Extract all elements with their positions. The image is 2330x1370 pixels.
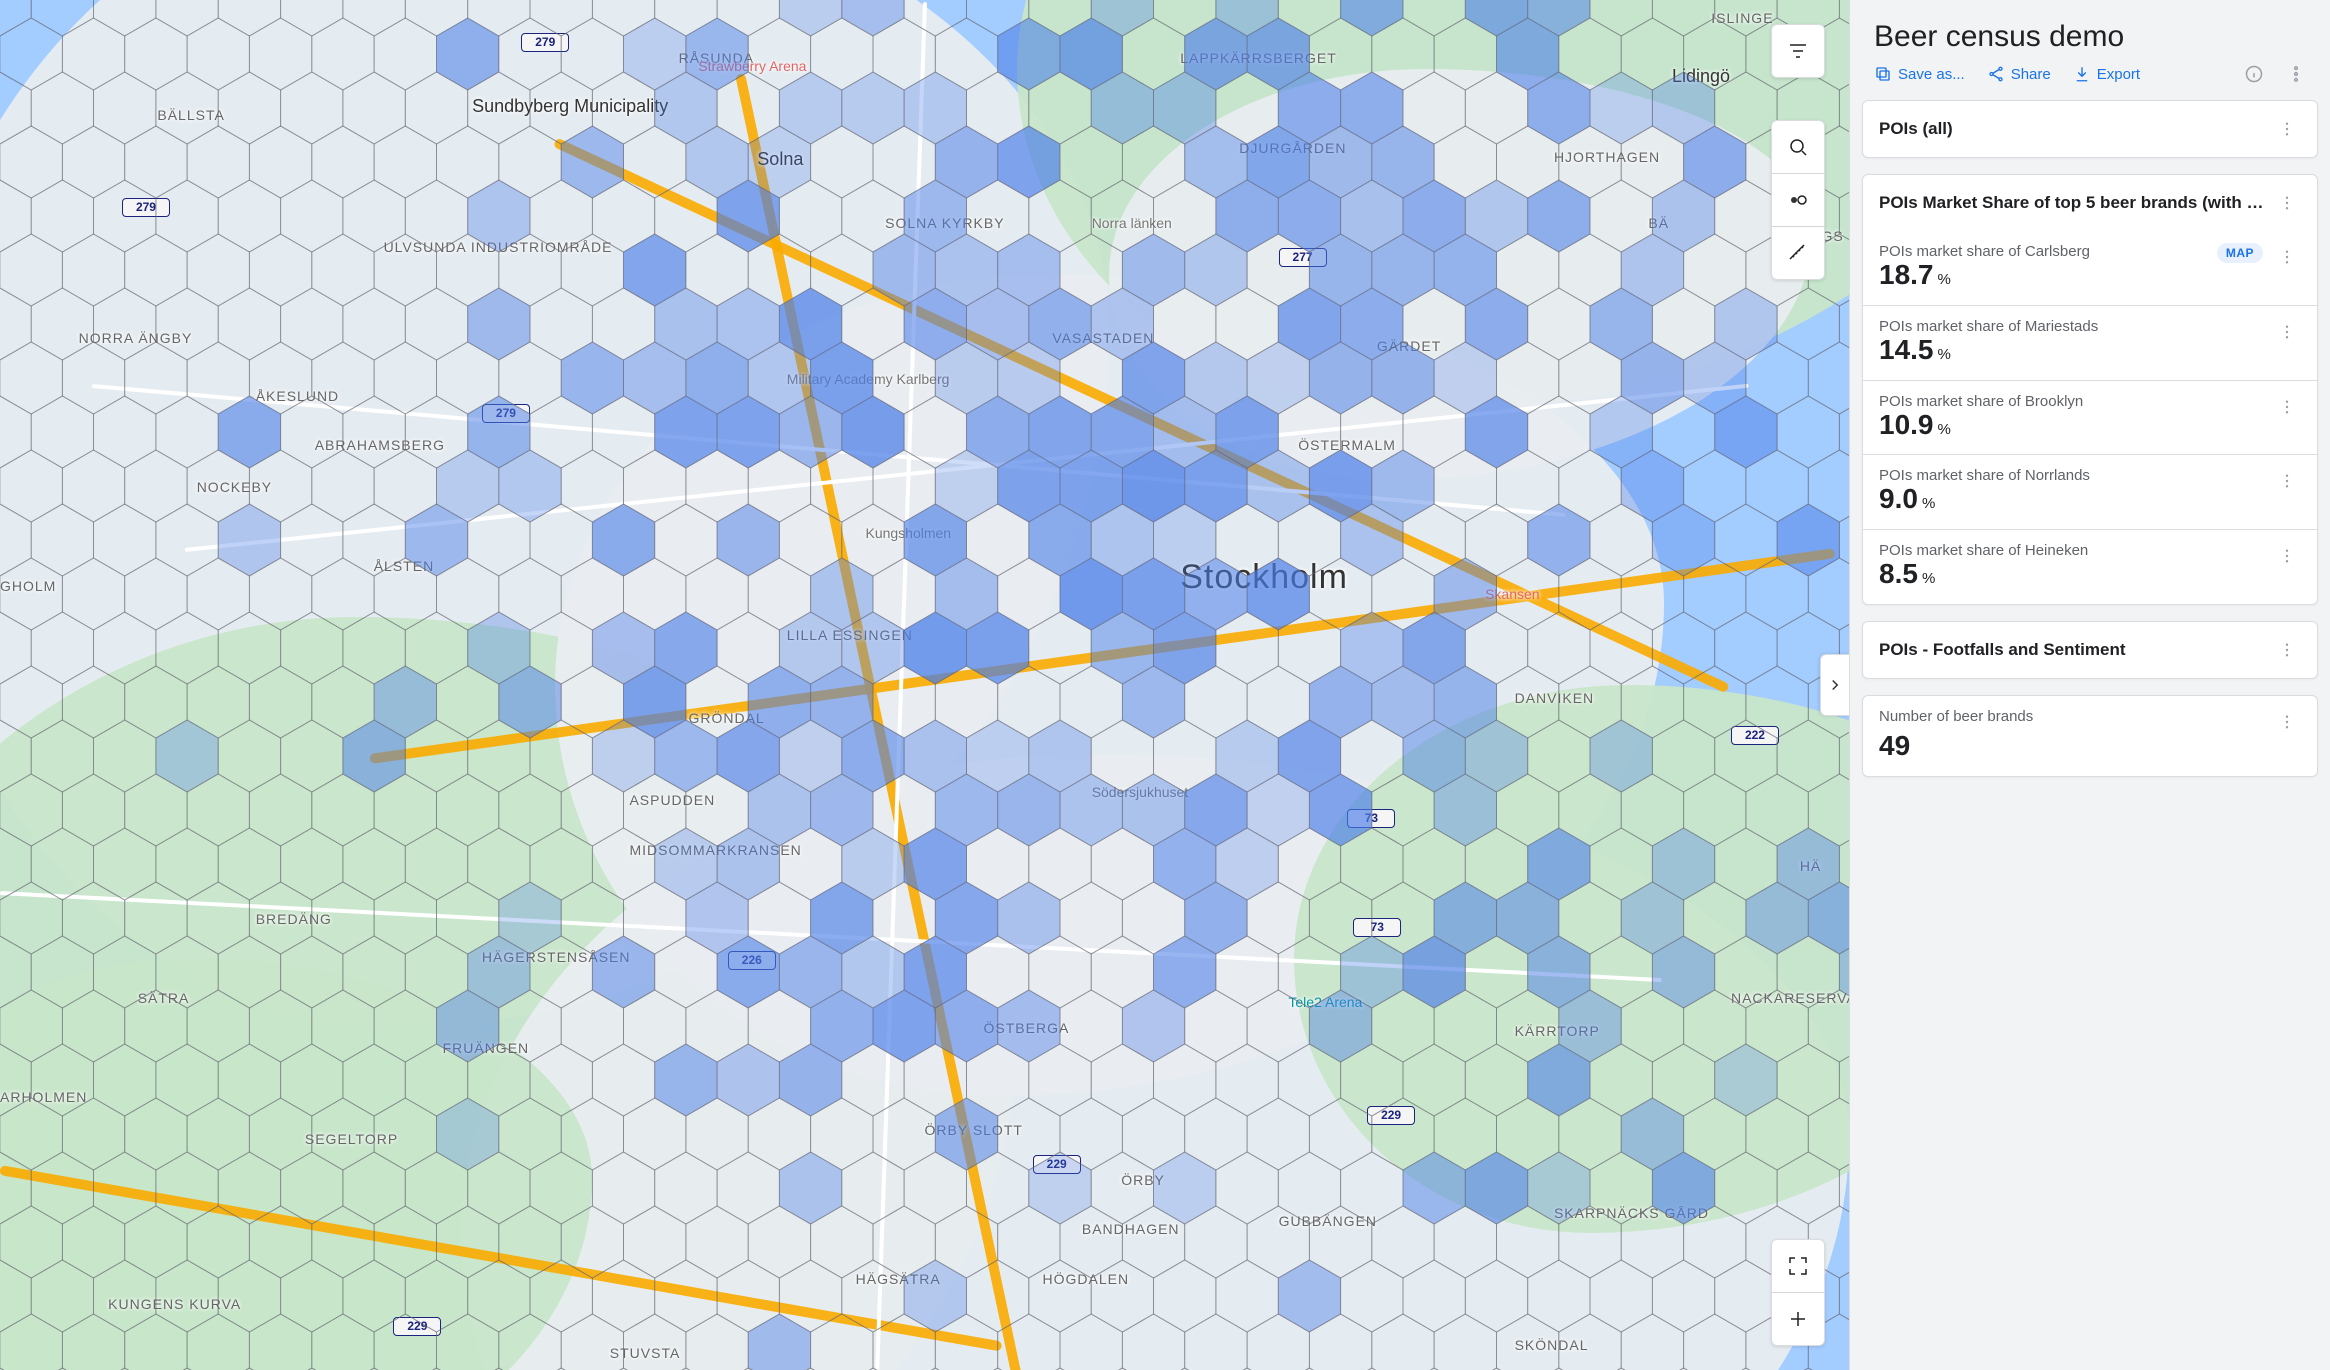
collapse-panel-handle[interactable] [1820,654,1849,716]
kpi-label: POIs market share of Mariestads [1879,318,2263,335]
panel-more-button[interactable] [2286,64,2306,84]
kpi-list: POIs market share of Carlsberg18.7%MAPPO… [1863,231,2317,604]
kpi-more-button[interactable] [2273,467,2301,495]
kpi-more-button[interactable] [2273,243,2301,271]
kpi-row[interactable]: POIs market share of Carlsberg18.7% MAP [1863,231,2317,305]
export-link[interactable]: Export [2073,65,2140,83]
card-title: POIs Market Share of top 5 beer brands (… [1879,193,2273,213]
kpi-row[interactable]: POIs market share of Norrlands9.0% [1863,454,2317,529]
card-title: POIs - Footfalls and Sentiment [1879,640,2273,660]
kpi-value: 10.9% [1879,410,2263,441]
share-label: Share [2011,66,2051,83]
info-button[interactable] [2244,64,2264,84]
card-brand-count: Number of beer brands 49 [1862,695,2318,777]
kpi-more-button[interactable] [2273,542,2301,570]
kpi-label: POIs market share of Heineken [1879,542,2263,559]
card-more-button[interactable] [2273,115,2301,143]
panel-header: Beer census demo Save as... Share Export [1850,0,2330,92]
card-pois-all: POIs (all) [1862,100,2318,158]
map-canvas[interactable]: Sundbyberg MunicipalitySolnaLidingöStock… [0,0,1849,1370]
style-button[interactable] [1771,174,1825,227]
kpi-value: 18.7% [1879,260,2207,291]
page-title: Beer census demo [1874,20,2306,54]
measure-button[interactable] [1771,227,1825,280]
export-label: Export [2097,66,2140,83]
share-link[interactable]: Share [1987,65,2051,83]
card-title: POIs (all) [1879,119,2273,139]
kpi-row[interactable]: POIs market share of Heineken8.5% [1863,529,2317,604]
hex-overlay [0,0,1849,1370]
card-footfalls: POIs - Footfalls and Sentiment [1862,621,2318,679]
search-button[interactable] [1771,120,1825,174]
filter-button[interactable] [1771,24,1825,78]
map-badge: MAP [2217,243,2263,263]
kpi-more-button[interactable] [2273,393,2301,421]
card-more-button[interactable] [2273,708,2301,736]
side-panel: Beer census demo Save as... Share Export [1849,0,2330,1370]
kpi-label: POIs market share of Brooklyn [1879,393,2263,410]
zoom-in-button[interactable] [1771,1293,1825,1346]
kpi-label: Number of beer brands [1879,708,2263,725]
kpi-row[interactable]: POIs market share of Brooklyn10.9% [1863,380,2317,455]
kpi-value: 9.0% [1879,484,2263,515]
card-more-button[interactable] [2273,636,2301,664]
kpi-value: 49 [1879,731,2263,762]
card-more-button[interactable] [2273,189,2301,217]
card-market-share: POIs Market Share of top 5 beer brands (… [1862,174,2318,605]
kpi-row[interactable]: POIs market share of Mariestads14.5% [1863,305,2317,380]
save-as-link[interactable]: Save as... [1874,65,1965,83]
fullscreen-button[interactable] [1771,1239,1825,1293]
kpi-more-button[interactable] [2273,318,2301,346]
kpi-value: 14.5% [1879,335,2263,366]
kpi-label: POIs market share of Carlsberg [1879,243,2207,260]
kpi-label: POIs market share of Norrlands [1879,467,2263,484]
save-as-label: Save as... [1898,66,1965,83]
kpi-value: 8.5% [1879,559,2263,590]
